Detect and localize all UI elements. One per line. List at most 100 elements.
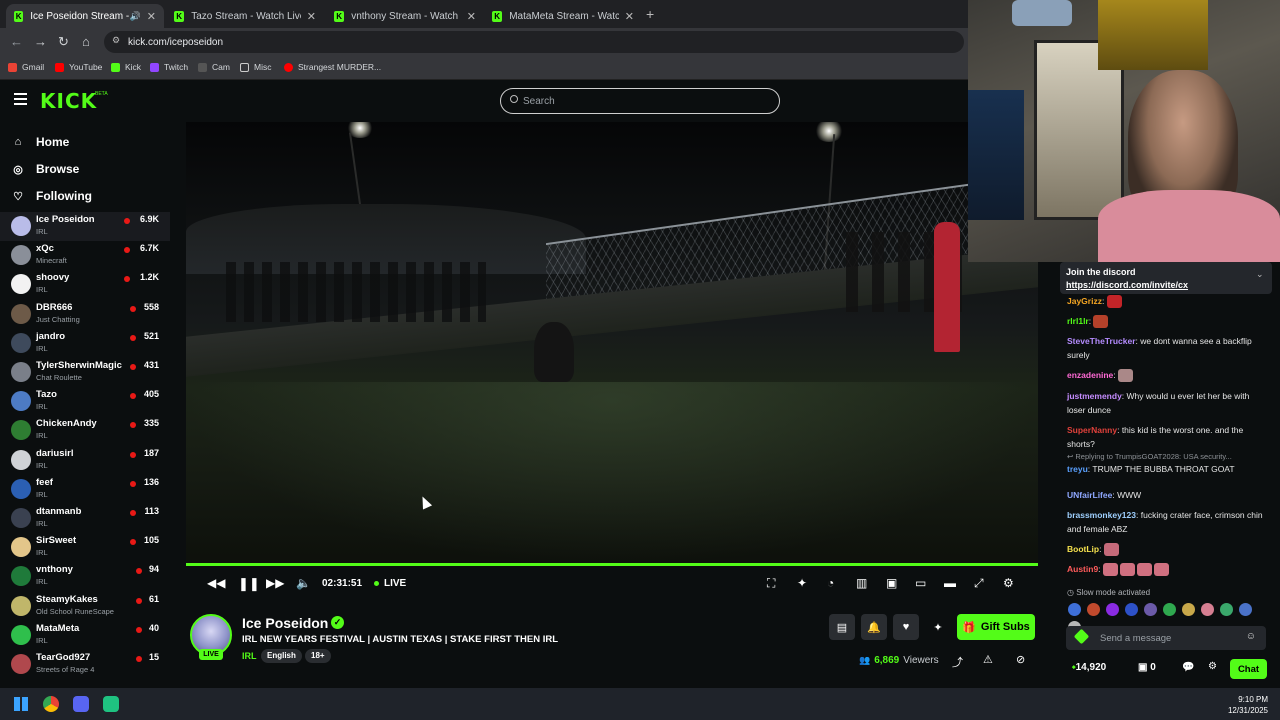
site-info-icon[interactable]: ⚙: [112, 35, 120, 46]
windows-start-icon[interactable]: [14, 697, 28, 711]
sidebar-channel-item[interactable]: jandro IRL 521: [0, 329, 170, 358]
speaker-icon[interactable]: 🔊: [130, 11, 141, 22]
send-chat-button[interactable]: Chat: [1230, 659, 1267, 679]
emote-icon[interactable]: [1220, 603, 1233, 616]
chat-settings-icon[interactable]: ⚙: [1208, 661, 1217, 672]
tag-mature[interactable]: 18+: [305, 649, 331, 663]
browser-tab[interactable]: K MataMeta Stream - Watch Live ✕: [484, 4, 642, 28]
theater-icon[interactable]: ▭: [915, 576, 926, 590]
bookmark-twitch[interactable]: Twitch: [150, 62, 188, 72]
chat-username[interactable]: justmemendy: [1067, 391, 1122, 401]
channel-points[interactable]: ⬩14,920: [1072, 662, 1106, 673]
browser-tab[interactable]: K Tazo Stream - Watch Live on Ki ✕: [166, 4, 324, 28]
bookmark-misc-folder[interactable]: Misc: [240, 62, 271, 72]
emote-icon[interactable]: [1125, 603, 1138, 616]
speed-icon[interactable]: ◔: [827, 576, 834, 590]
chat-username[interactable]: BootLip: [1067, 544, 1099, 554]
pinned-link[interactable]: https://discord.com/invite/cx: [1066, 280, 1188, 290]
streamer-name[interactable]: Ice Poseidon: [242, 615, 328, 631]
sidebar-channel-item[interactable]: dtanmanb IRL 113: [0, 504, 170, 533]
bookmark-gmail[interactable]: Gmail: [8, 62, 44, 72]
sidebar-channel-item[interactable]: ChickenAndy IRL 335: [0, 416, 170, 445]
bookmark-video[interactable]: Strangest MURDER...: [284, 62, 381, 72]
sidebar-channel-item[interactable]: TylerSherwinMagic Chat Roulette 431: [0, 358, 170, 387]
chat-username[interactable]: UNfairLifee: [1067, 490, 1112, 500]
chat-username[interactable]: treyu: [1067, 464, 1088, 474]
chat-username[interactable]: rlrl1lr: [1067, 316, 1089, 326]
forward-arrow-icon[interactable]: →: [34, 34, 47, 49]
bookmark-kick[interactable]: Kick: [111, 62, 141, 72]
emote-icon[interactable]: [1239, 603, 1252, 616]
nav-following[interactable]: ♡ Following: [12, 189, 92, 203]
bookmark-cam[interactable]: Cam: [198, 62, 230, 72]
emote-icon[interactable]: [1087, 603, 1100, 616]
sidebar-channel-item[interactable]: Tazo IRL 405: [0, 387, 170, 416]
discord-icon[interactable]: [73, 696, 89, 712]
bookmark-youtube[interactable]: YouTube: [55, 62, 102, 72]
chevron-down-icon[interactable]: ⌄: [1256, 269, 1264, 280]
chat-bubble-icon[interactable]: 💬: [1182, 662, 1194, 673]
notify-button[interactable]: 🔔: [861, 614, 887, 640]
chrome-icon[interactable]: [43, 696, 59, 712]
emote-icon[interactable]: [1068, 603, 1081, 616]
emote-icon[interactable]: [1163, 603, 1176, 616]
wide-mode-icon[interactable]: ▬: [944, 576, 956, 590]
close-tab-icon[interactable]: ✕: [467, 10, 476, 23]
sidebar-channel-item[interactable]: TearGod927 Streets of Rage 4 15: [0, 650, 170, 679]
rewind-icon[interactable]: ◀◀: [207, 576, 225, 590]
gift-counter[interactable]: ▣ 0: [1138, 662, 1156, 673]
back-arrow-icon[interactable]: ←: [10, 34, 23, 49]
nav-home[interactable]: ⌂ Home: [12, 135, 70, 149]
volume-icon[interactable]: 🔈: [296, 576, 311, 590]
sparkle-button[interactable]: ✦: [925, 614, 951, 640]
live-indicator[interactable]: LIVE: [374, 578, 406, 589]
settings-gear-icon[interactable]: ⚙: [1003, 576, 1014, 590]
pinned-message[interactable]: Join the discord https://discord.com/inv…: [1060, 262, 1272, 294]
mute-chat-icon[interactable]: ⊘: [1016, 653, 1025, 666]
app-icon[interactable]: [103, 696, 119, 712]
pause-icon[interactable]: ❚❚: [238, 576, 260, 592]
emote-icon[interactable]: [1106, 603, 1119, 616]
close-tab-icon[interactable]: ✕: [147, 10, 156, 23]
emote-icon[interactable]: [1144, 603, 1157, 616]
sidebar-channel-item[interactable]: SteamyKakes Old School RuneScape 61: [0, 592, 170, 621]
menu-icon[interactable]: [14, 93, 27, 108]
emote-icon[interactable]: [1201, 603, 1214, 616]
sidebar-channel-item[interactable]: SirSweet IRL 105: [0, 533, 170, 562]
url-field[interactable]: ⚙ kick.com/iceposeidon: [104, 31, 964, 53]
theatre-chat-button[interactable]: ▤: [829, 614, 855, 640]
sidebar-channel-item[interactable]: xQc Minecraft 6.7K: [0, 241, 170, 270]
browser-tab[interactable]: K vnthony Stream - Watch Live o ✕: [326, 4, 484, 28]
sidebar-channel-item[interactable]: dariusirl IRL 187: [0, 446, 170, 475]
close-tab-icon[interactable]: ✕: [625, 10, 634, 23]
report-warning-icon[interactable]: ⚠: [983, 653, 993, 666]
emoji-icon[interactable]: ☺: [1246, 631, 1256, 642]
sidebar-channel-item[interactable]: vnthony IRL 94: [0, 562, 170, 591]
kick-logo[interactable]: KICK: [40, 89, 97, 113]
share-icon[interactable]: ⤴: [952, 654, 963, 670]
fast-forward-icon[interactable]: ▶▶: [266, 576, 284, 590]
chat-username[interactable]: Austin9: [1067, 564, 1098, 574]
search-input[interactable]: Search: [500, 88, 780, 114]
gift-subs-button[interactable]: 🎁 Gift Subs: [957, 614, 1035, 640]
fullscreen-icon[interactable]: ⤢: [974, 576, 984, 591]
sparkle-icon[interactable]: ✦: [797, 576, 807, 590]
browser-tab[interactable]: K Ice Poseidon Stream - Watc 🔊 ✕: [6, 4, 164, 28]
clip-icon[interactable]: ⛶: [767, 576, 775, 591]
reload-icon[interactable]: ↻: [58, 34, 69, 50]
chat-username[interactable]: enzadenine: [1067, 370, 1113, 380]
chat-username[interactable]: SteveTheTrucker: [1067, 336, 1136, 346]
tag-language[interactable]: English: [261, 649, 302, 663]
close-tab-icon[interactable]: ✕: [307, 10, 316, 23]
sidebar-channel-item[interactable]: feef IRL 136: [0, 475, 170, 504]
pip-icon[interactable]: ▣: [886, 576, 897, 590]
nav-browse[interactable]: ◎ Browse: [12, 162, 79, 176]
chat-username[interactable]: JayGrizz: [1067, 296, 1102, 306]
chat-username[interactable]: brassmonkey123: [1067, 510, 1136, 520]
emote-icon[interactable]: [1182, 603, 1195, 616]
chat-input[interactable]: Send a message ☺: [1066, 626, 1266, 650]
follow-button[interactable]: ♥: [893, 614, 919, 640]
chat-username[interactable]: SuperNanny: [1067, 425, 1117, 435]
stats-icon[interactable]: ▥: [856, 576, 867, 590]
home-page-icon[interactable]: ⌂: [82, 34, 90, 49]
